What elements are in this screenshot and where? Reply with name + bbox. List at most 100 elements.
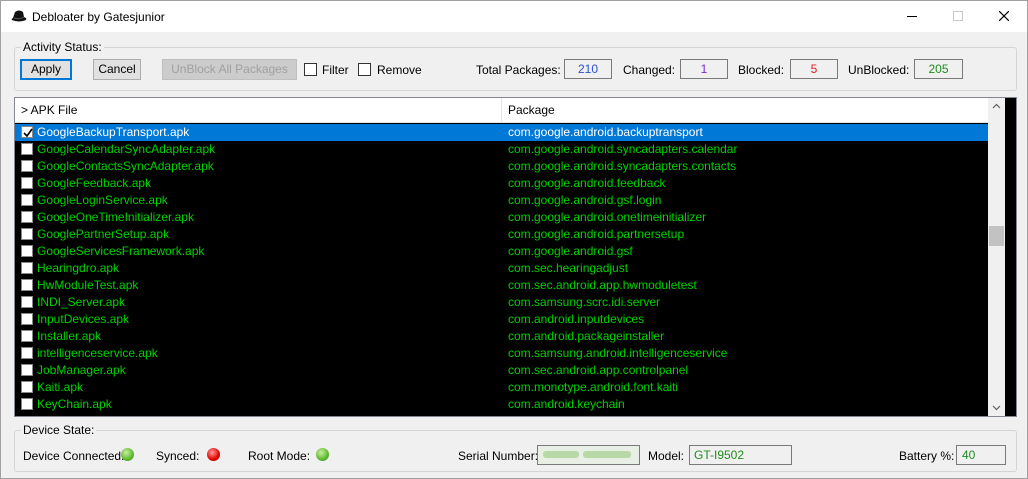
package-cell: com.google.android.gsf.login [508,193,662,207]
maximize-icon [953,11,963,21]
vertical-scrollbar[interactable] [988,98,1005,416]
row-checkbox[interactable] [21,296,33,308]
activity-status-group: Activity Status: Apply Cancel UnBlock Al… [14,40,1017,91]
minimize-icon [907,16,917,17]
table-row[interactable]: Installer.apk com.android.packageinstalle… [15,328,988,345]
package-cell: com.android.packageinstaller [508,329,665,343]
row-checkbox[interactable] [21,330,33,342]
package-cell: com.google.android.onetimeinitializer [508,210,707,224]
table-row[interactable]: GoogleBackupTransport.apk com.google.andr… [15,124,988,141]
package-cell: com.google.android.syncadapters.calendar [508,142,738,156]
serial-number-field[interactable] [537,445,640,465]
minimize-button[interactable] [889,1,935,32]
row-checkbox[interactable] [21,160,33,172]
table-row[interactable]: intelligenceservice.apk com.samsung.andro… [15,345,988,362]
package-list[interactable]: > APK File Package GoogleBackupTransport… [14,97,1017,417]
column-header-package[interactable]: Package [502,98,988,123]
column-header-apk-file[interactable]: > APK File [15,98,502,123]
blocked-label: Blocked: [738,63,785,77]
table-row[interactable]: GooglePartnerSetup.apk com.google.android… [15,226,988,243]
row-checkbox[interactable] [21,143,33,155]
chevron-up-icon [992,103,1001,109]
scroll-up-button[interactable] [988,98,1005,115]
row-checkbox[interactable] [21,364,33,376]
table-row[interactable]: GoogleFeedback.apk com.google.android.fee… [15,175,988,192]
table-row[interactable]: INDI_Server.apk com.samsung.scrc.idi.serv… [15,294,988,311]
apk-file-cell: InputDevices.apk [37,312,130,326]
root-mode-indicator [316,448,329,461]
apk-file-cell: KeyChain.apk [37,397,112,411]
total-packages-value: 210 [564,59,612,79]
maximize-button[interactable] [935,1,981,32]
serial-number-label: Serial Number: [458,449,539,463]
table-row[interactable]: Hearingdro.apk com.sec.hearingadjust [15,260,988,277]
unblocked-label: UnBlocked: [848,63,910,77]
close-button[interactable] [981,1,1027,32]
table-row[interactable]: GoogleOneTimeInitializer.apk com.google.a… [15,209,988,226]
package-cell: com.sec.android.app.hwmoduletest [508,278,697,292]
table-row[interactable]: Kaiti.apk com.monotype.android.font.kaiti [15,379,988,396]
apk-file-cell: Hearingdro.apk [37,261,120,275]
app-window: Debloater by Gatesjunior Activity Status… [0,0,1028,479]
hat-icon [10,8,28,24]
apk-file-cell: GoogleBackupTransport.apk [37,125,190,139]
scroll-down-button[interactable] [988,399,1005,416]
row-checkbox[interactable] [21,279,33,291]
activity-status-legend: Activity Status: [21,40,104,54]
row-checkbox[interactable] [21,177,33,189]
row-checkbox[interactable] [21,313,33,325]
unblock-all-packages-button[interactable]: UnBlock All Packages [162,59,297,80]
table-row[interactable]: HwModuleTest.apk com.sec.android.app.hwmo… [15,277,988,294]
row-checkbox[interactable] [21,245,33,257]
package-cell: com.google.android.gsf [508,244,633,258]
device-connected-label: Device Connected: [23,449,125,463]
table-row[interactable]: GoogleServicesFramework.apk com.google.an… [15,243,988,260]
table-row[interactable]: GoogleLoginService.apk com.google.android… [15,192,988,209]
row-checkbox[interactable] [21,381,33,393]
total-packages-label: Total Packages: [476,63,561,77]
list-rows: GoogleBackupTransport.apk com.google.andr… [15,124,988,416]
package-cell: com.google.android.syncadapters.contacts [508,159,737,173]
serial-number-blurred [542,451,631,458]
apply-button[interactable]: Apply [20,59,72,80]
package-cell: com.samsung.android.intelligenceservice [508,346,728,360]
apk-file-cell: JobManager.apk [37,363,126,377]
changed-value: 1 [680,59,728,79]
table-row[interactable]: GoogleContactsSyncAdapter.apk com.google.… [15,158,988,175]
root-mode-label: Root Mode: [248,449,311,463]
package-cell: com.google.android.backuptransport [508,125,703,139]
apk-file-cell: INDI_Server.apk [37,295,126,309]
cancel-button[interactable]: Cancel [93,59,141,80]
filter-checkbox[interactable] [304,63,317,76]
package-cell: com.monotype.android.font.kaiti [508,380,679,394]
remove-checkbox[interactable] [358,63,371,76]
package-cell: com.google.android.feedback [508,176,666,190]
table-row[interactable]: JobManager.apk com.sec.android.app.contro… [15,362,988,379]
table-row[interactable]: InputDevices.apk com.android.inputdevices [15,311,988,328]
apk-file-cell: Installer.apk [37,329,102,343]
remove-label: Remove [377,63,422,77]
battery-label: Battery %: [899,449,955,463]
scrollbar-thumb[interactable] [989,226,1004,246]
package-cell: com.sec.android.app.controlpanel [508,363,689,377]
device-state-legend: Device State: [21,423,97,437]
row-checkbox[interactable] [21,126,33,138]
row-checkbox[interactable] [21,211,33,223]
apk-file-cell: HwModuleTest.apk [37,278,139,292]
model-field[interactable]: GT-I9502 [689,445,792,465]
title-bar[interactable]: Debloater by Gatesjunior [1,1,1027,32]
package-cell: com.sec.hearingadjust [508,261,629,275]
row-checkbox[interactable] [21,262,33,274]
table-row[interactable]: KeyChain.apk com.android.keychain [15,396,988,413]
synced-label: Synced: [156,449,200,463]
synced-indicator [207,448,220,461]
chevron-down-icon [992,405,1001,411]
model-label: Model: [648,449,685,463]
battery-field[interactable]: 40 [956,445,1006,465]
row-checkbox[interactable] [21,347,33,359]
unblocked-value: 205 [914,59,963,79]
row-checkbox[interactable] [21,228,33,240]
row-checkbox[interactable] [21,194,33,206]
table-row[interactable]: GoogleCalendarSyncAdapter.apk com.google.… [15,141,988,158]
row-checkbox[interactable] [21,398,33,410]
